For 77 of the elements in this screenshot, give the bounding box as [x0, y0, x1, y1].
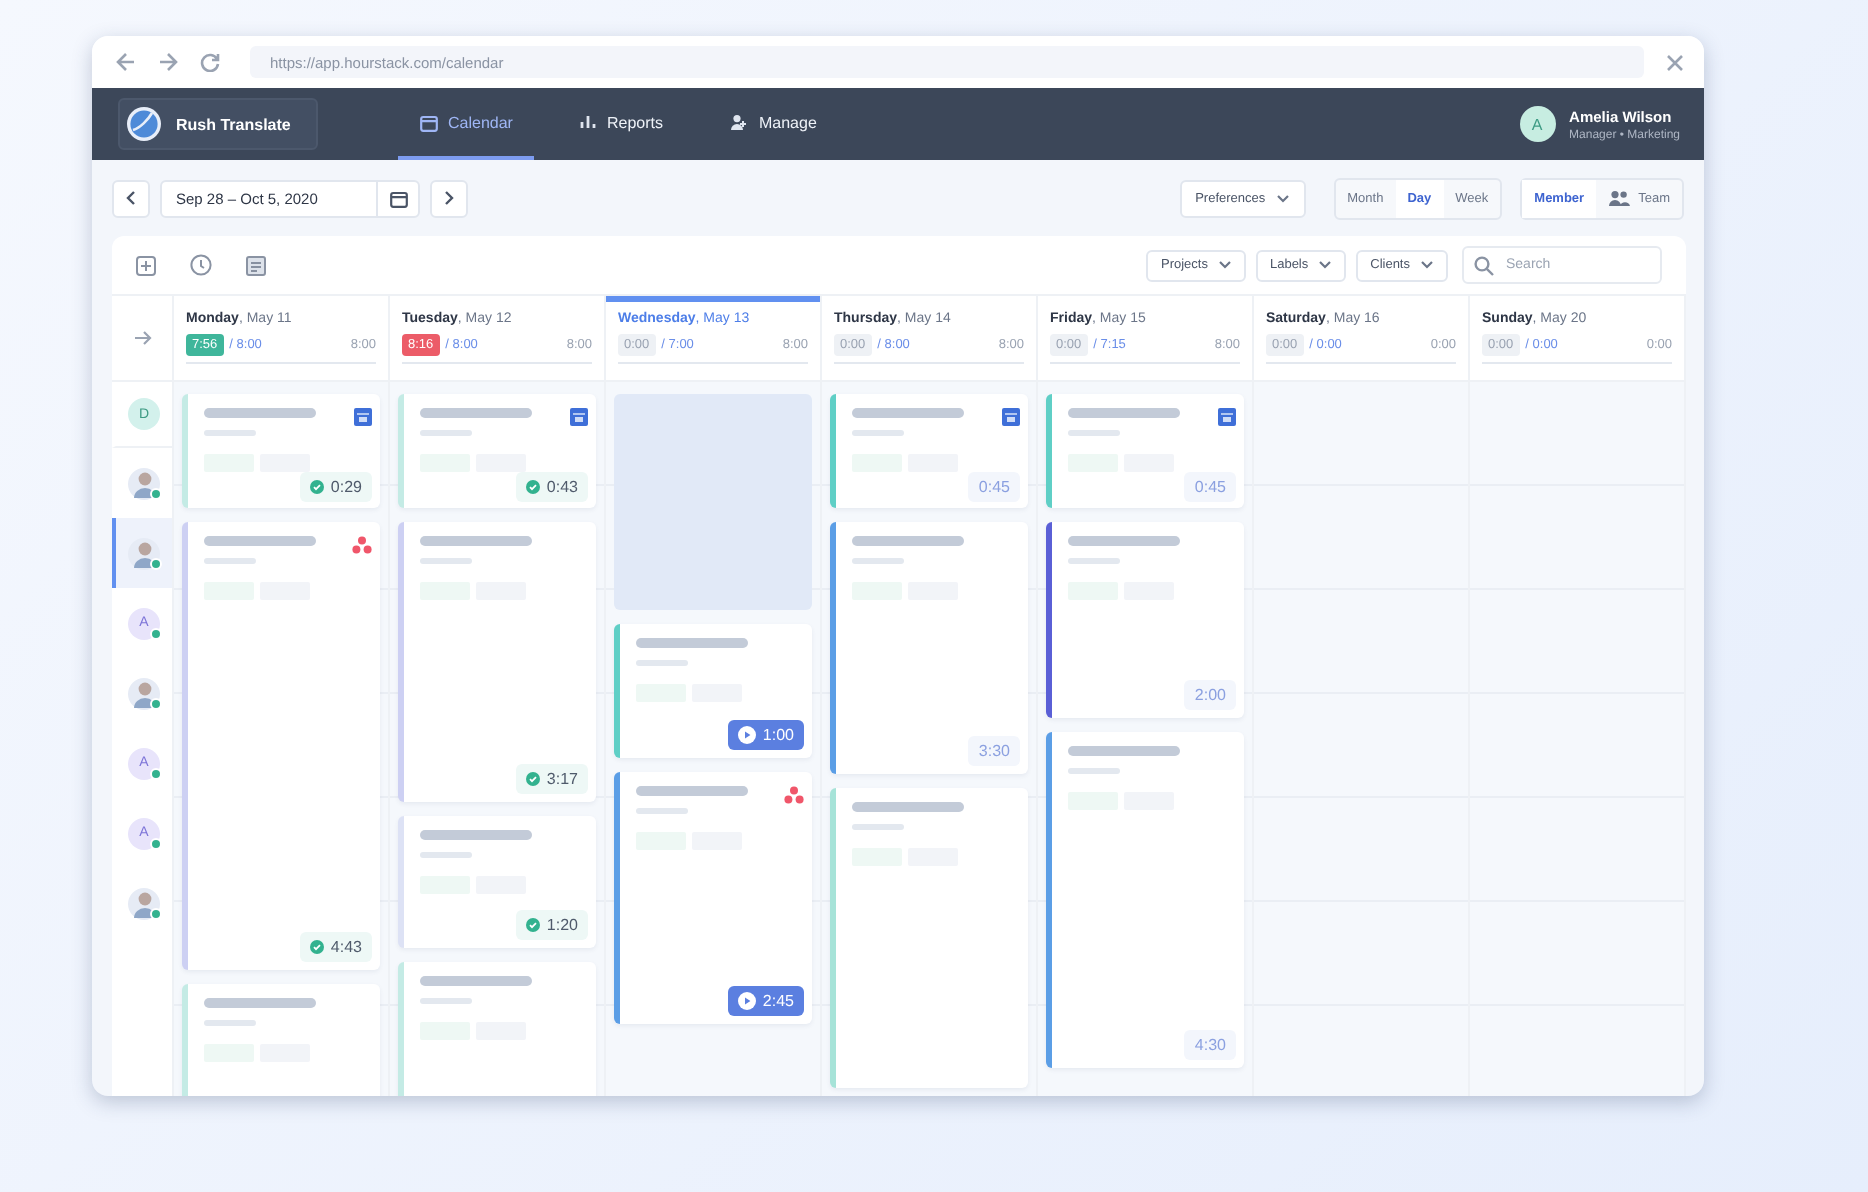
- nav-tab[interactable]: Manage: [708, 88, 839, 160]
- check-circle-icon: [526, 480, 541, 494]
- task-card[interactable]: 0:43: [398, 394, 596, 508]
- chevron-left-icon: [126, 190, 136, 206]
- play-icon: [738, 992, 757, 1010]
- back-arrow-icon[interactable]: [116, 52, 136, 72]
- duration-badge: 0:29: [300, 472, 372, 502]
- duration-badge: 0:43: [516, 472, 588, 502]
- text-placeholder-drawing: [420, 976, 532, 1040]
- forward-arrow-icon[interactable]: [158, 52, 178, 72]
- caret-icon: [1275, 193, 1290, 203]
- caret-icon: [1318, 260, 1333, 270]
- text-placeholder-drawing: [1068, 536, 1180, 600]
- text-placeholder-drawing: [204, 536, 316, 600]
- calendar-icon: [1218, 408, 1236, 426]
- task-card[interactable]: [830, 788, 1028, 1088]
- calendar-icon: [389, 189, 407, 207]
- caret-icon: [1217, 260, 1232, 270]
- nav-tab[interactable]: Reports: [558, 88, 685, 160]
- duration-badge: 1:20: [516, 910, 588, 940]
- check-circle-icon: [310, 940, 325, 954]
- people-icon: [1608, 190, 1631, 206]
- clock-icon[interactable]: [190, 254, 212, 276]
- three-dots-icon: [352, 536, 372, 554]
- task-card[interactable]: 1:20: [398, 816, 596, 948]
- task-card[interactable]: 4:43: [182, 522, 380, 970]
- check-circle-icon: [310, 480, 325, 494]
- person-icon: [730, 114, 749, 130]
- duration-badge: 0:45: [1184, 472, 1236, 502]
- previous-button[interactable]: [112, 179, 150, 217]
- chevron-right-icon: [444, 190, 454, 206]
- text-placeholder-drawing: [852, 802, 964, 866]
- duration-badge: 4:30: [1184, 1030, 1236, 1060]
- search-icon: [1474, 255, 1494, 275]
- list-box-icon[interactable]: [246, 255, 266, 275]
- text-placeholder-drawing: [1068, 408, 1180, 472]
- caret-icon: [1420, 260, 1434, 270]
- text-placeholder-drawing: [420, 830, 532, 894]
- timer-button[interactable]: 1:00: [728, 720, 804, 750]
- text-placeholder-drawing: [204, 998, 316, 1062]
- check-circle-icon: [526, 772, 541, 786]
- next-button[interactable]: [430, 179, 468, 217]
- text-placeholder-drawing: [420, 408, 532, 472]
- nav-tab[interactable]: Calendar: [398, 88, 535, 160]
- globe-logo-icon: [126, 106, 162, 142]
- member-row[interactable]: [112, 518, 172, 588]
- bar-chart-icon: [580, 114, 597, 130]
- add-box-icon[interactable]: [136, 255, 156, 275]
- text-placeholder-drawing: [636, 638, 748, 702]
- duration-badge: 3:30: [968, 736, 1020, 766]
- three-dots-icon: [784, 786, 804, 804]
- duration-badge: 4:43: [300, 932, 372, 962]
- calendar-icon: [1002, 408, 1020, 426]
- calendar-icon: [570, 408, 588, 426]
- duration-badge: 2:00: [1184, 680, 1236, 710]
- user-avatar[interactable]: A: [1519, 106, 1556, 142]
- duration-badge: 0:45: [968, 472, 1020, 502]
- task-card[interactable]: 3:17: [398, 522, 596, 802]
- text-placeholder-drawing: [852, 536, 964, 600]
- check-circle-icon: [526, 918, 541, 932]
- calendar-icon: [420, 113, 438, 131]
- task-card[interactable]: 1:00: [614, 624, 812, 758]
- text-placeholder-drawing: [1068, 746, 1180, 810]
- close-icon[interactable]: [1666, 53, 1684, 71]
- calendar-icon: [354, 408, 372, 426]
- task-card[interactable]: 2:45: [614, 772, 812, 1024]
- text-placeholder-drawing: [420, 536, 532, 600]
- arrow-right-icon[interactable]: [133, 330, 151, 346]
- timer-button[interactable]: 2:45: [728, 986, 804, 1016]
- text-placeholder-drawing: [204, 408, 316, 472]
- text-placeholder-drawing: [852, 408, 964, 472]
- duration-badge: 3:17: [516, 764, 588, 794]
- task-card[interactable]: 0:29: [182, 394, 380, 508]
- workspace-button[interactable]: Rush Translate: [118, 98, 318, 150]
- text-placeholder-drawing: [636, 786, 748, 850]
- play-icon: [738, 726, 757, 744]
- reload-icon[interactable]: [200, 52, 220, 72]
